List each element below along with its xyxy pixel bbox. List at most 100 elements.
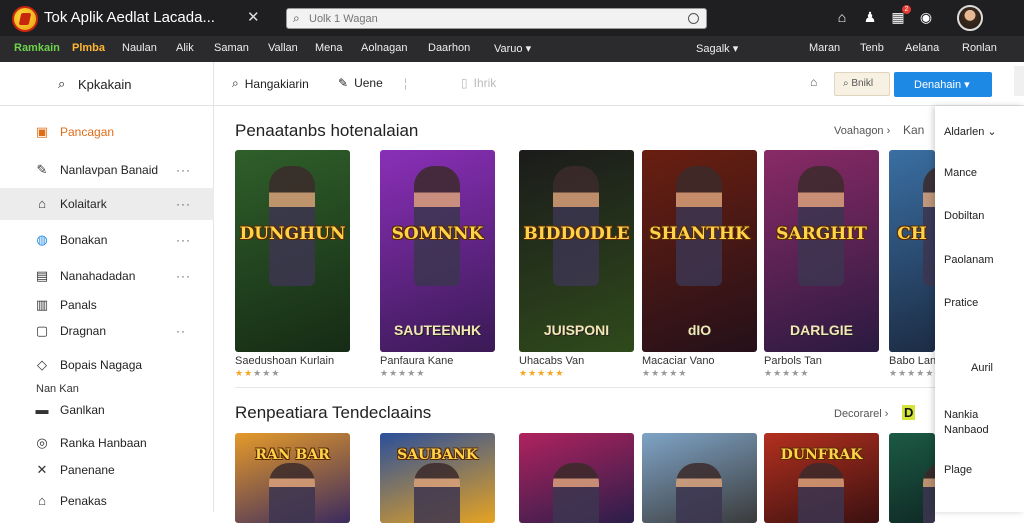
game-cover-image[interactable]: BIDDODLE JUISPONI (519, 150, 634, 352)
sidebar-item-panenane[interactable]: ✕ Panenane (0, 454, 214, 486)
menu-item[interactable]: Naulan (122, 42, 157, 54)
disabled-button[interactable]: ▯ Ihrik (461, 76, 496, 90)
sidebar-item-nanlavpan[interactable]: ✎ Nanlavpan Banaid ··· (0, 154, 214, 186)
search-input[interactable] (309, 11, 669, 26)
menu-item-varuo[interactable]: Varuo ▾ (494, 42, 531, 55)
sidebar-item-label: Panals (60, 298, 97, 312)
game-cover-image[interactable]: RAN BAR (235, 433, 350, 523)
sidebar-search[interactable]: ⌕ Kpkakain (0, 62, 213, 106)
menu-item[interactable]: Ramkain (14, 42, 60, 54)
dropdown-item[interactable]: Pratice (944, 297, 978, 309)
sidebar-item-label: Pancagan (60, 125, 115, 139)
sidebar-item-bopais[interactable]: ◇ Bopais Nagaga (0, 349, 214, 381)
menu-item[interactable]: Saman (214, 42, 249, 54)
sidebar-item-bonakan[interactable]: ◍ Bonakan ··· (0, 224, 214, 256)
dropdown-item[interactable]: Nankia Nanbaod (944, 408, 1014, 438)
game-cover-image[interactable]: SOMNNK SAUTEENHK (380, 150, 495, 352)
game-title[interactable]: Babo Lan (889, 355, 936, 367)
dropdown-item[interactable]: Plage (944, 464, 972, 476)
notifications-icon[interactable]: ▦ 2 (890, 5, 911, 25)
character-art (553, 463, 599, 523)
menu-item[interactable]: Maran (809, 42, 840, 54)
section-see-more-link[interactable]: Decorarel › (834, 408, 888, 420)
menu-item[interactable]: Tenb (860, 42, 884, 54)
share-icon[interactable]: ⌂ (810, 75, 817, 89)
sidebar-item-label: Ranka Hanbaan (60, 436, 147, 450)
edit-button[interactable]: ✎ Uene (338, 76, 383, 90)
more-icon[interactable]: ··· (176, 163, 191, 177)
dropdown-header[interactable]: Aldarlen ⌄ (944, 125, 997, 138)
user-avatar[interactable] (957, 5, 983, 31)
menu-item[interactable]: Plmba (72, 42, 105, 54)
game-cover-image[interactable]: CH (889, 150, 935, 352)
dropdown-item[interactable]: Auril (971, 362, 993, 374)
game-cover-image[interactable]: SHANTHK dIO (642, 150, 757, 352)
game-title[interactable]: Uhacabs Van (519, 355, 584, 367)
character-art (414, 463, 460, 523)
game-logo: RAN BAR (255, 447, 330, 463)
star-icon: ★ (253, 368, 263, 378)
section-badge[interactable]: D (902, 405, 916, 420)
search-tool-button[interactable]: ⌕ Hangakiarin (232, 76, 309, 91)
bell-icon[interactable]: ♟ (862, 9, 878, 25)
star-icon: ★ (764, 368, 774, 378)
menu-item[interactable]: Ronlan (962, 42, 997, 54)
game-title[interactable]: Panfaura Kane (380, 355, 453, 367)
star-icon: ★ (642, 368, 652, 378)
game-logo: SHANTHK (649, 224, 750, 244)
dropdown-item[interactable]: Mance (944, 167, 977, 179)
filter-button[interactable]: ⌕ Bnikl (834, 72, 890, 96)
rating-stars: ★★★★★ (380, 368, 425, 379)
section-link-2[interactable]: Kan (903, 123, 924, 137)
menu-item[interactable]: Mena (315, 42, 343, 54)
game-cover-image[interactable] (889, 433, 935, 523)
primary-action-button[interactable]: Denahain ▾ (894, 72, 992, 97)
section-title: Penaatanbs hotenalaian (235, 121, 419, 140)
sidebar-item-penakas[interactable]: ⌂ Penakas (0, 485, 214, 517)
sidebar-item-dragnan[interactable]: ▢ Dragnan ·· (0, 315, 214, 347)
scrollbar[interactable] (1014, 66, 1024, 96)
game-logo: BIDDODLE (523, 224, 630, 244)
game-title[interactable]: Saedushoan Kurlain (235, 355, 334, 367)
game-cover-image[interactable]: SAUBANK (380, 433, 495, 523)
more-icon[interactable]: ·· (176, 324, 186, 338)
more-icon[interactable]: ··· (176, 197, 191, 211)
more-icon[interactable]: ··· (176, 233, 191, 247)
menu-item[interactable]: Vallan (268, 42, 298, 54)
close-tab-icon[interactable]: ✕ (247, 8, 260, 26)
game-sublogo: dIO (687, 322, 712, 338)
game-title[interactable]: Parbols Tan (764, 355, 822, 367)
refresh-icon[interactable] (688, 13, 699, 24)
game-cover-image[interactable] (519, 433, 634, 523)
filter-label: Bnikl (851, 78, 874, 89)
dropdown-item[interactable]: Dobiltan (944, 210, 984, 222)
settings-icon[interactable]: ◉ (918, 9, 934, 25)
menu-item[interactable]: Alik (176, 42, 194, 54)
rating-stars: ★★★★★ (764, 368, 809, 379)
star-icon: ★ (800, 368, 810, 378)
star-icon: ★ (907, 368, 917, 378)
game-cover-image[interactable]: SARGHIT DARLGIE (764, 150, 879, 352)
menu-item[interactable]: Daarhon (428, 42, 470, 54)
dropdown-item[interactable]: Paolanam (944, 254, 994, 266)
more-icon[interactable]: ··· (176, 269, 191, 283)
menu-item-sagalk[interactable]: Sagalk ▾ (696, 42, 738, 55)
sidebar-item-label: Bonakan (60, 233, 108, 247)
game-cover-image[interactable]: DUNFRAK (764, 433, 879, 523)
character-art (923, 463, 935, 523)
home-icon[interactable]: ⌂ (834, 9, 850, 25)
star-icon: ★ (537, 368, 547, 378)
search-bar[interactable]: ⌕ (286, 8, 707, 29)
menu-item[interactable]: Aolnagan (361, 42, 408, 54)
game-title[interactable]: Macaciar Vano (642, 355, 715, 367)
game-cover-image[interactable] (642, 433, 757, 523)
game-cover-image[interactable]: DUNGHUN (235, 150, 350, 352)
sidebar-item-ganlkan[interactable]: ▬ Ganlkan (0, 394, 214, 426)
section-see-more-link[interactable]: Voahagon › (834, 125, 890, 137)
sidebar-item-kolaitark[interactable]: ⌂ Kolaitark ··· (0, 188, 214, 220)
pencil-icon: ✎ (36, 162, 48, 177)
menu-item[interactable]: Aelana (905, 42, 939, 54)
sidebar-item-nanahadadan[interactable]: ▤ Nanahadadan ··· (0, 260, 214, 292)
star-icon: ★ (528, 368, 538, 378)
sidebar-item-pancagan[interactable]: ▣ Pancagan (0, 116, 214, 148)
